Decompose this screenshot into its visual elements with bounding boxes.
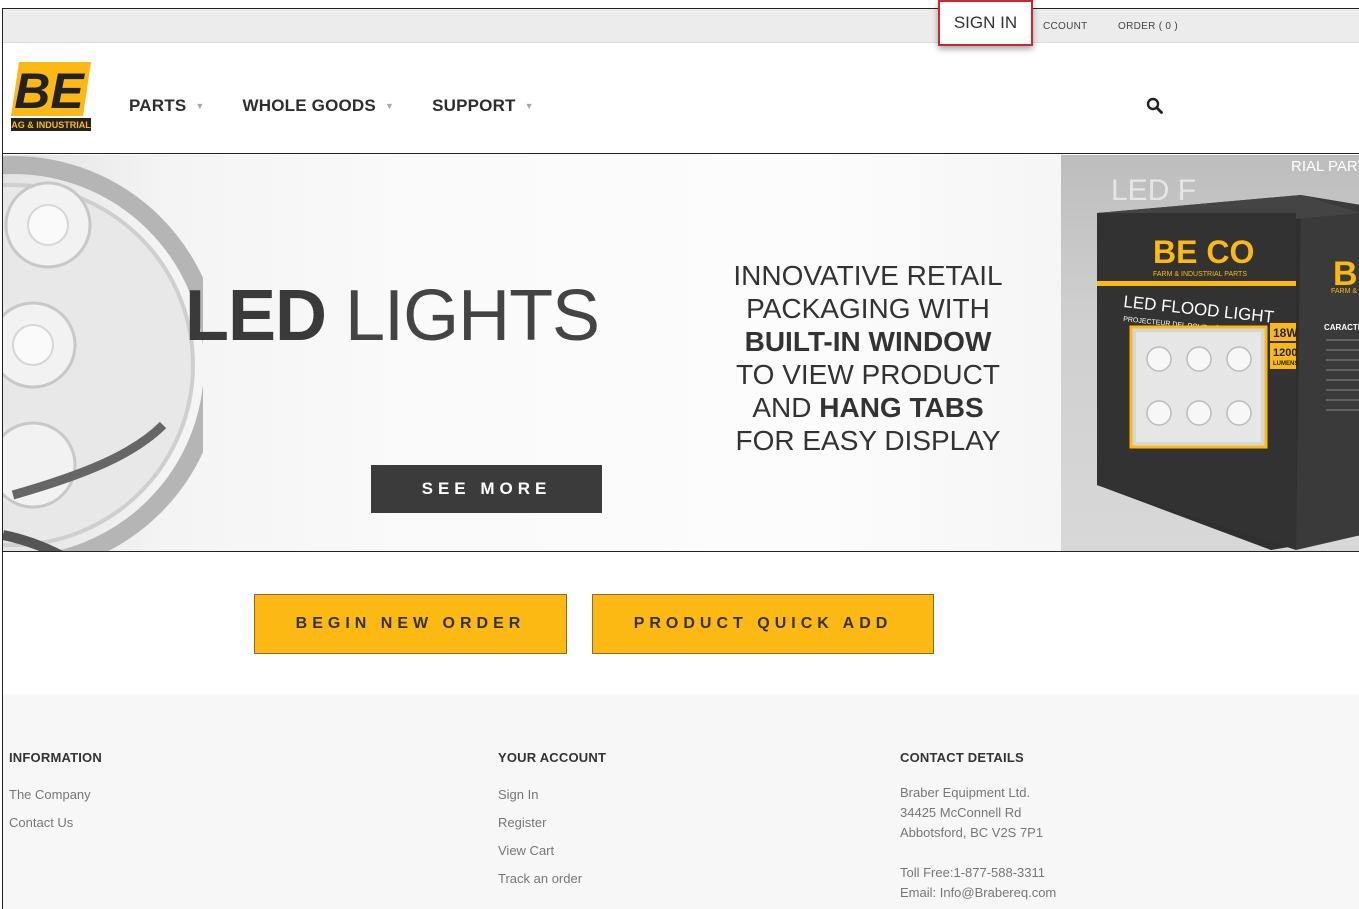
nav-whole-goods[interactable]: WHOLE GOODS ▼ — [242, 96, 394, 116]
footer-link-track-order[interactable]: Track an order — [498, 871, 606, 886]
box-brand-sub: FARM & INDUSTRIAL PARTS — [1153, 271, 1247, 278]
site-footer: INFORMATION The Company Contact Us YOUR … — [3, 694, 1359, 909]
product-box-image: RIAL PARTS LED F BE CO FARM & INDUSTRIAL… — [1097, 158, 1359, 550]
hero-banner[interactable]: LED LIGHTS SEE MORE INNOVATIVE RETAIL PA… — [3, 155, 1359, 552]
company-name: Braber Equipment Ltd. — [900, 785, 1031, 800]
sign-in-link[interactable]: SIGN IN — [938, 0, 1033, 46]
box-lumens-unit: LUMENS — [1273, 361, 1298, 367]
footer-contact-details: CONTACT DETAILS Braber Equipment Ltd. 34… — [900, 750, 1056, 903]
hero-copy: INNOVATIVE RETAIL PACKAGING WITH BUILT-I… — [693, 259, 1043, 457]
box-side-sub: FARM & — [1331, 288, 1357, 295]
logo-subtext: AG & INDUSTRIAL — [11, 120, 91, 130]
nav-support[interactable]: SUPPORT ▼ — [432, 96, 534, 116]
footer-link-sign-in[interactable]: Sign In — [498, 787, 606, 802]
contact-email[interactable]: Email: Info@Brabereq.com — [900, 883, 1056, 903]
hero-copy-text: AND — [752, 392, 820, 423]
hero-title-light: LIGHTS — [345, 276, 600, 356]
utility-bar: CCOUNT ORDER ( 0 ) — [3, 9, 1359, 43]
site-header: BE AG & INDUSTRIAL PARTS ▼ WHOLE GOODS ▼… — [3, 44, 1359, 154]
hero-copy-bold: HANG TABS — [819, 392, 984, 423]
footer-link-the-company[interactable]: The Company — [9, 787, 102, 802]
hero-copy-line: TO VIEW PRODUCT — [736, 359, 1000, 390]
footer-link-register[interactable]: Register — [498, 815, 606, 830]
nav-parts-label: PARTS — [129, 96, 187, 115]
nav-whole-goods-label: WHOLE GOODS — [242, 96, 376, 115]
footer-link-contact-us[interactable]: Contact Us — [9, 815, 102, 830]
search-icon[interactable] — [1146, 97, 1164, 115]
footer-heading: CONTACT DETAILS — [900, 750, 1024, 765]
led-lamp-image — [3, 156, 203, 551]
nav-parts[interactable]: PARTS ▼ — [129, 96, 204, 116]
chevron-down-icon: ▼ — [524, 101, 534, 111]
chevron-down-icon: ▼ — [384, 101, 395, 111]
box-watts: 18W — [1273, 326, 1298, 340]
see-more-button[interactable]: SEE MORE — [371, 465, 602, 513]
toll-free-phone: Toll Free:1-877-588-3311 — [900, 865, 1046, 880]
footer-link-view-cart[interactable]: View Cart — [498, 843, 606, 858]
box-brand: BE CO — [1153, 234, 1254, 270]
box-side-head: CARACTI — [1324, 323, 1359, 332]
contact-address: Braber Equipment Ltd. 34425 McConnell Rd… — [900, 783, 1056, 903]
hero-copy-line: PACKAGING WITH — [746, 293, 990, 324]
product-quick-add-button[interactable]: PRODUCT QUICK ADD — [592, 594, 934, 654]
brand-logo[interactable]: BE AG & INDUSTRIAL — [9, 60, 93, 132]
hero-title-bold: LED — [185, 276, 327, 356]
box-corner-text: RIAL PARTS — [1291, 158, 1359, 175]
hero-copy-line: FOR EASY DISPLAY — [735, 425, 1001, 456]
logo-text: BE — [14, 63, 85, 119]
footer-information: INFORMATION The Company Contact Us — [9, 750, 102, 843]
order-link[interactable]: ORDER ( 0 ) — [1118, 21, 1178, 32]
city-address: Abbotsford, BC V2S 7P1 — [900, 825, 1044, 840]
hero-copy-line: INNOVATIVE RETAIL — [733, 260, 1003, 291]
hero-copy-line: BUILT-IN WINDOW — [744, 326, 992, 357]
main-nav: PARTS ▼ WHOLE GOODS ▼ SUPPORT ▼ — [129, 96, 572, 116]
footer-your-account: YOUR ACCOUNT Sign In Register View Cart … — [498, 750, 606, 899]
browser-viewport: CCOUNT ORDER ( 0 ) BE AG & INDUSTRIAL PA… — [2, 8, 1359, 909]
street-address: 34425 McConnell Rd — [900, 805, 1022, 820]
box-lumens: 1200 — [1273, 347, 1297, 359]
hero-title: LED LIGHTS — [185, 275, 600, 357]
svg-text:LED F: LED F — [1111, 174, 1196, 207]
begin-new-order-button[interactable]: BEGIN NEW ORDER — [254, 594, 567, 654]
nav-support-label: SUPPORT — [432, 96, 516, 115]
chevron-down-icon: ▼ — [195, 101, 205, 111]
account-link[interactable]: CCOUNT — [1043, 21, 1088, 32]
footer-heading: INFORMATION — [9, 750, 102, 765]
hero-copy-line: AND HANG TABS — [693, 391, 1043, 424]
footer-heading: YOUR ACCOUNT — [498, 750, 607, 765]
